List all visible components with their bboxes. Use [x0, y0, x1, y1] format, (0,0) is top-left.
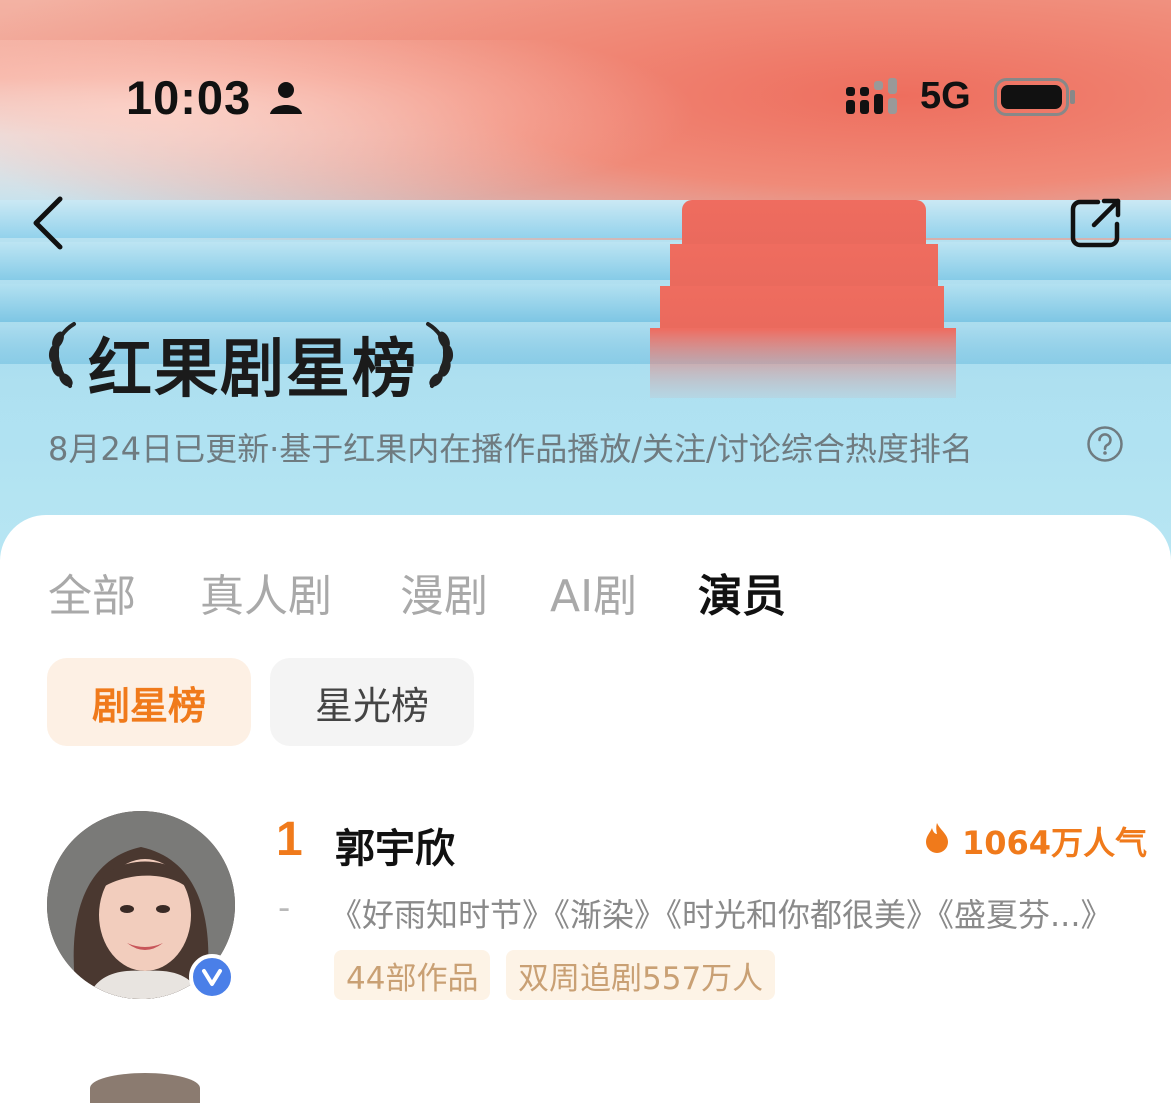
battery-icon	[994, 78, 1075, 116]
tab-all[interactable]: 全部	[48, 560, 136, 624]
rank-number: 1	[276, 813, 303, 866]
works-count-tag: 44部作品	[334, 950, 491, 1000]
hero-haze	[0, 40, 700, 220]
stair-step	[0, 200, 1171, 238]
red-carpet	[660, 286, 944, 328]
laurel-right-icon	[426, 322, 454, 388]
stair-step	[0, 284, 1171, 322]
laurel-left-icon	[48, 322, 76, 388]
popularity-count: 1064万人气	[962, 824, 1148, 862]
actor-name[interactable]: 郭宇欣	[335, 816, 455, 874]
subtab-starlight[interactable]: 星光榜	[270, 658, 474, 746]
subtab-drama-star[interactable]: 剧星榜	[47, 658, 251, 746]
help-icon[interactable]	[1086, 425, 1124, 463]
red-carpet	[670, 244, 938, 286]
network-type: 5G	[920, 75, 971, 117]
rank-trend: -	[278, 888, 291, 928]
category-tabs: 全部 真人剧 漫剧 AI剧 演员	[0, 560, 1171, 622]
signal-icon	[846, 78, 897, 114]
fire-icon	[926, 823, 948, 853]
followers-tag: 双周追剧557万人	[506, 950, 776, 1000]
status-time: 10:03	[126, 71, 252, 124]
verified-icon	[189, 954, 235, 1000]
tab-ai[interactable]: AI剧	[550, 560, 637, 624]
red-carpet	[682, 200, 926, 244]
works-list: 《好雨知时节》《渐染》《时光和你都很美》《盛夏芬...》	[330, 896, 1113, 934]
page-title: 红果剧星榜	[88, 333, 418, 407]
share-icon[interactable]	[1070, 198, 1122, 248]
stair-step	[0, 242, 1171, 280]
avatar[interactable]	[90, 1073, 200, 1103]
tab-live-action[interactable]: 真人剧	[200, 560, 332, 624]
person-icon	[270, 82, 302, 114]
chevron-left-icon[interactable]	[30, 195, 70, 251]
update-note: 8月24日已更新·基于红果内在播作品播放/关注/讨论综合热度排名	[48, 430, 973, 468]
tab-animation[interactable]: 漫剧	[400, 560, 488, 624]
tab-actors[interactable]: 演员	[698, 560, 786, 624]
